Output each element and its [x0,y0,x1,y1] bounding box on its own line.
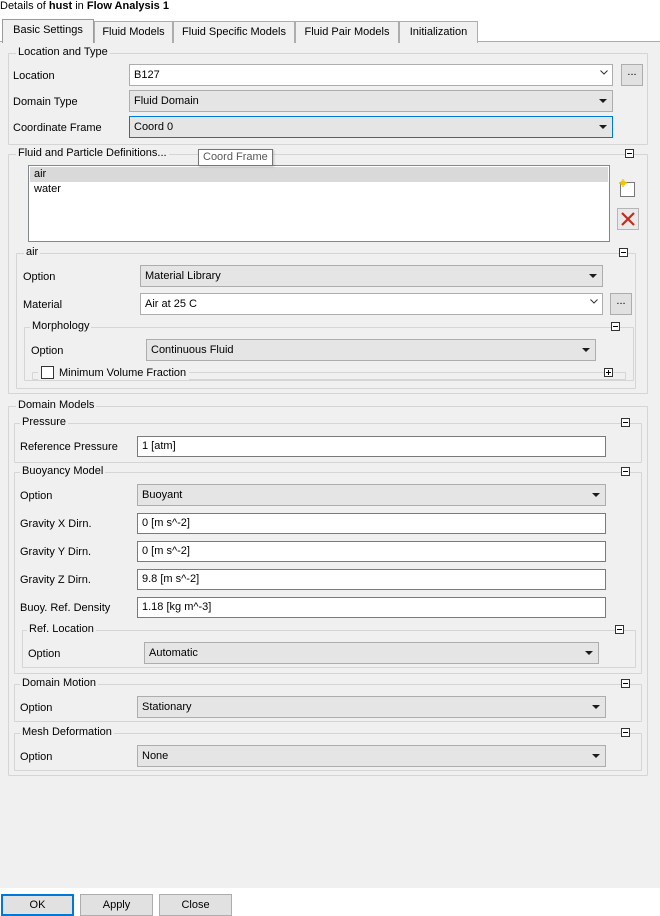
tab-basic-settings[interactable]: Basic Settings [2,19,94,43]
coord-frame-tooltip: Coord Frame [198,149,273,166]
fluid-list[interactable]: air water [28,165,610,242]
pressure-title: Pressure [20,416,69,429]
ref-location-collapse-icon[interactable] [615,625,624,634]
fluid-defs-title: Fluid and Particle Definitions... [16,147,169,160]
dropdown-arrow-icon [592,754,600,758]
fluid-defs-collapse-icon[interactable] [625,149,634,158]
morph-option-combo[interactable]: Continuous Fluid [146,339,596,361]
coord-frame-combo[interactable]: Coord 0 [129,116,613,138]
min-vol-expand-icon[interactable] [604,368,613,377]
mesh-option-combo[interactable]: None [137,745,606,767]
ref-location-title: Ref. Location [27,623,96,636]
ref-loc-option-combo[interactable]: Automatic [144,642,599,664]
pressure-collapse-icon[interactable] [621,418,630,427]
dropdown-arrow-icon [585,651,593,655]
coord-frame-label: Coordinate Frame [13,122,102,134]
ref-loc-option-label: Option [28,648,61,660]
location-browse-button[interactable]: ... [621,64,643,86]
morph-option-value: Continuous Fluid [151,344,234,356]
buoyancy-collapse-icon[interactable] [621,467,630,476]
title-middle: in [72,0,87,12]
new-item-icon[interactable] [617,177,639,199]
domain-motion-collapse-icon[interactable] [621,679,630,688]
material-label: Material [23,299,63,311]
ref-loc-option-value: Automatic [149,647,198,659]
ref-pressure-label: Reference Pressure [20,441,118,453]
location-label: Location [13,70,55,82]
min-vol-checkbox[interactable] [41,366,54,379]
domain-type-combo[interactable]: Fluid Domain [129,90,613,112]
coord-frame-value: Coord 0 [134,121,174,133]
mesh-deformation-title: Mesh Deformation [20,726,114,739]
location-type-title: Location and Type [16,46,110,59]
mesh-deformation-collapse-icon[interactable] [621,728,630,737]
dropdown-arrow-icon [599,125,607,129]
dropdown-arrow-icon [592,705,600,709]
air-option-label: Option [23,271,56,283]
min-vol-label: Minimum Volume Fraction [59,367,187,379]
motion-option-value: Stationary [142,701,192,713]
dropdown-arrow-icon [599,99,607,103]
morph-option-label: Option [31,345,64,357]
dropdown-arrow-icon [589,274,597,278]
air-title: air [24,246,41,259]
location-value: B127 [134,69,160,81]
air-collapse-icon[interactable] [619,248,628,257]
air-option-combo[interactable]: Material Library [140,265,603,287]
air-option-value: Material Library [145,270,221,282]
gz-field[interactable]: 9.8 [m s^-2] [137,569,606,590]
motion-option-combo[interactable]: Stationary [137,696,606,718]
domain-type-value: Fluid Domain [134,95,199,107]
delete-item-icon[interactable] [617,208,639,230]
buoy-option-label: Option [20,490,53,502]
mesh-option-label: Option [20,751,53,763]
title-prefix: Details of [0,0,49,12]
dropdown-arrow-icon [582,348,590,352]
gy-label: Gravity Y Dirn. [20,546,92,558]
gz-label: Gravity Z Dirn. [20,574,91,586]
dropdown-arrow-icon [592,493,600,497]
gx-label: Gravity X Dirn. [20,518,92,530]
ref-pressure-field[interactable]: 1 [atm] [137,436,606,457]
tab-fluid-models[interactable]: Fluid Models [94,21,173,43]
domain-type-label: Domain Type [13,96,78,108]
location-combo[interactable]: B127 [129,64,613,86]
min-vol-row[interactable]: Minimum Volume Fraction [38,366,190,380]
domain-motion-title: Domain Motion [20,677,98,690]
close-button[interactable]: Close [159,894,232,916]
chevron-down-icon [600,70,608,75]
gy-field[interactable]: 0 [m s^-2] [137,541,606,562]
list-item[interactable]: air [30,167,608,182]
material-combo[interactable]: Air at 25 C [140,293,603,315]
tab-fluid-specific-models[interactable]: Fluid Specific Models [173,21,295,43]
buoyancy-title: Buoyancy Model [20,465,106,478]
morphology-collapse-icon[interactable] [611,322,620,331]
mesh-option-value: None [142,750,169,762]
domain-models-title: Domain Models [16,399,97,412]
apply-button[interactable]: Apply [80,894,153,916]
material-value: Air at 25 C [145,298,197,310]
chevron-down-icon [590,299,598,304]
material-browse-button[interactable]: ... [610,293,632,315]
gx-field[interactable]: 0 [m s^-2] [137,513,606,534]
details-title: Details of hust in Flow Analysis 1 [0,0,169,14]
motion-option-label: Option [20,702,53,714]
ok-button[interactable]: OK [1,894,74,916]
tab-initialization[interactable]: Initialization [399,21,478,43]
density-field[interactable]: 1.18 [kg m^-3] [137,597,606,618]
title-analysis: Flow Analysis 1 [86,0,169,12]
tab-fluid-pair-models[interactable]: Fluid Pair Models [295,21,399,43]
list-item[interactable]: water [30,182,608,197]
density-label: Buoy. Ref. Density [20,602,111,614]
title-object: hust [48,0,73,12]
buoy-option-combo[interactable]: Buoyant [137,484,606,506]
morphology-title: Morphology [30,320,92,333]
buoy-option-value: Buoyant [142,489,183,501]
